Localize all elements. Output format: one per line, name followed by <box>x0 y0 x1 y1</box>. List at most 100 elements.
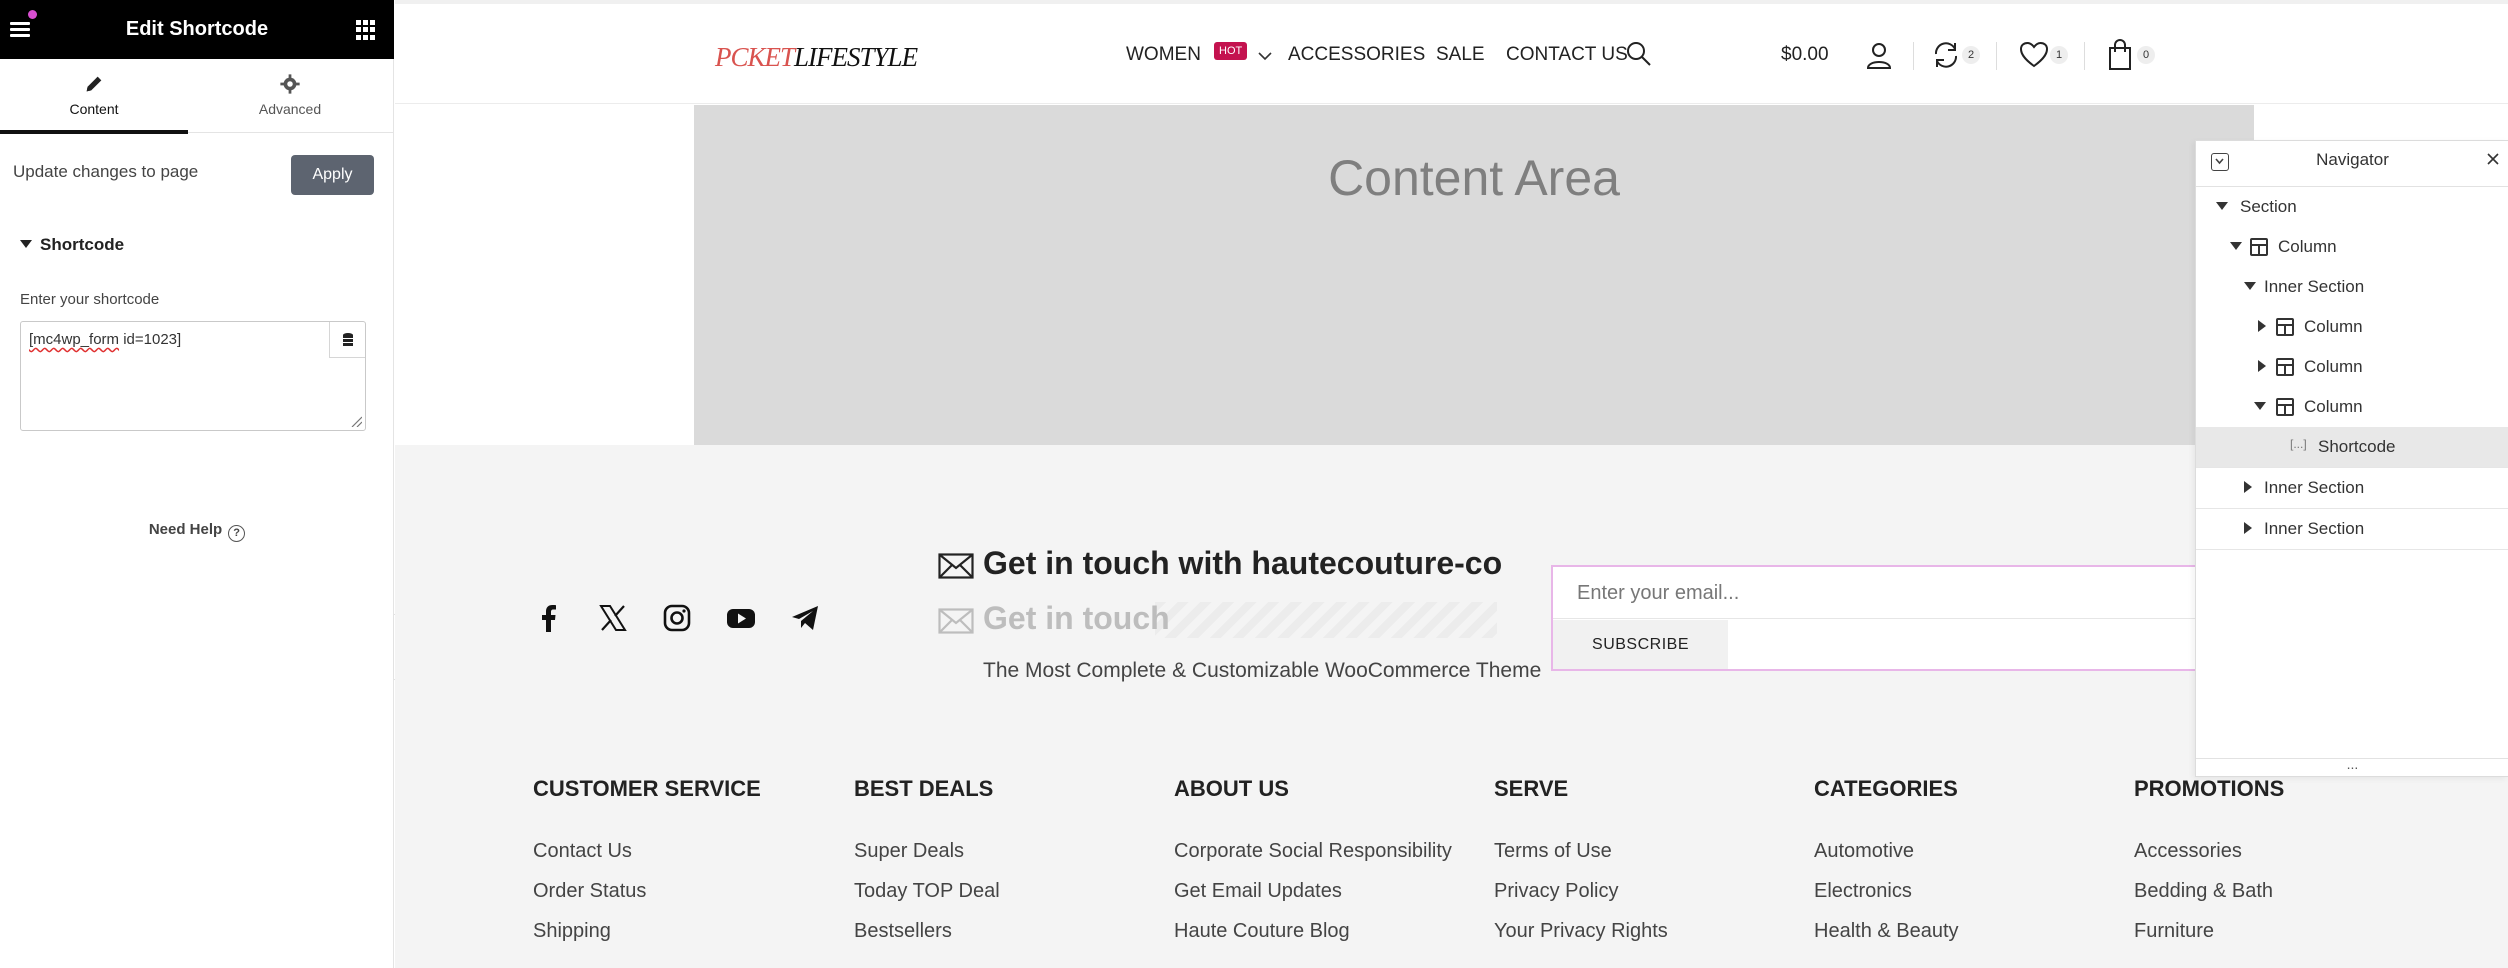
nav-item-sale[interactable]: SALE <box>1436 44 1485 66</box>
footer-link[interactable]: Get Email Updates <box>1174 880 1342 903</box>
app-root: Edit Shortcode Content Advanced Update c… <box>0 0 2508 968</box>
widgets-grid-icon[interactable] <box>356 20 376 40</box>
apply-button[interactable]: Apply <box>291 155 374 195</box>
footer-column-heading: BEST DEALS <box>854 776 994 801</box>
email-input[interactable]: Enter your email... <box>1553 567 2253 619</box>
shortcode-textarea[interactable]: [mc4wp_form id=1023] <box>20 321 366 431</box>
user-icon[interactable] <box>1864 40 1894 70</box>
navigator-item-column[interactable]: Column <box>2196 227 2508 267</box>
nav-item-contact-us[interactable]: CONTACT US <box>1506 44 1628 66</box>
cart-total[interactable]: $0.00 <box>1781 44 1829 66</box>
telegram-icon[interactable] <box>789 602 821 634</box>
heart-icon[interactable] <box>2019 41 2049 69</box>
compare-count-badge: 2 <box>1962 46 1980 64</box>
caret-right-icon[interactable] <box>2258 320 2266 332</box>
wishlist-count-badge: 1 <box>2050 46 2068 64</box>
chevron-down-icon[interactable] <box>1257 50 1273 62</box>
column-icon <box>2276 398 2294 416</box>
footer-link[interactable]: Shipping <box>533 920 611 943</box>
shortcode-icon: [...] <box>2290 437 2307 451</box>
footer-link[interactable]: Bedding & Bath <box>2134 880 2273 903</box>
shortcode-value-part-a: [mc4wp_form <box>29 331 120 348</box>
shopping-bag-icon[interactable] <box>2107 39 2133 71</box>
x-icon[interactable] <box>597 602 629 634</box>
footer-link[interactable]: Corporate Social Responsibility <box>1174 840 1452 863</box>
mail-icon <box>938 553 974 579</box>
navigator-item-column[interactable]: Column <box>2196 387 2508 427</box>
resize-handle-icon[interactable] <box>350 415 362 427</box>
footer-column-heading: ABOUT US <box>1174 776 1289 801</box>
footer-link[interactable]: Privacy Policy <box>1494 880 1618 903</box>
footer-link[interactable]: Your Privacy Rights <box>1494 920 1668 943</box>
navigator-panel: Navigator Section Column Inner Section C… <box>2195 140 2508 777</box>
caret-down-icon[interactable] <box>2230 242 2242 250</box>
logo-part-b: LIFESTYLE <box>794 42 918 72</box>
navigator-item-column[interactable]: Column <box>2196 347 2508 387</box>
footer-link[interactable]: Terms of Use <box>1494 840 1612 863</box>
footer-link[interactable]: Automotive <box>1814 840 1914 863</box>
footer-column-heading: SERVE <box>1494 776 1569 801</box>
subscribe-form: Enter your email... SUBSCRIBE <box>1551 565 2253 671</box>
nav-item-women[interactable]: WOMEN <box>1126 44 1201 66</box>
footer-link[interactable]: Haute Couture Blog <box>1174 920 1350 943</box>
hot-badge: HOT <box>1214 42 1248 60</box>
footer-link[interactable]: Bestsellers <box>854 920 952 943</box>
navigator-item-section[interactable]: Section <box>2196 187 2508 227</box>
caret-down-icon[interactable] <box>2244 282 2256 290</box>
header-divider <box>1996 42 1997 70</box>
navigator-item-column[interactable]: Column <box>2196 307 2508 347</box>
navigator-item-label: Column <box>2304 357 2363 376</box>
shortcode-section-toggle[interactable]: Shortcode <box>20 235 124 255</box>
instagram-icon[interactable] <box>661 602 693 634</box>
cart-count-badge: 0 <box>2137 46 2155 64</box>
navigator-item-label: Column <box>2304 317 2363 336</box>
navigator-item-inner-section[interactable]: Inner Section <box>2196 267 2508 307</box>
need-help-link[interactable]: Need Help? <box>0 521 394 542</box>
footer-column-about-us: ABOUT US Corporate Social Responsibility… <box>1174 776 1452 942</box>
need-help-label: Need Help <box>148 521 223 538</box>
editor-tabs: Content Advanced <box>0 59 394 134</box>
column-icon <box>2276 318 2294 336</box>
footer-link[interactable]: Super Deals <box>854 840 964 863</box>
get-in-touch-title: Get in touch with hautecouture-co <box>983 545 1503 581</box>
youtube-icon[interactable] <box>725 602 757 634</box>
subscribe-button[interactable]: SUBSCRIBE <box>1553 620 1728 669</box>
tab-content[interactable]: Content <box>0 59 188 134</box>
navigator-item-label: Section <box>2240 197 2297 216</box>
logo-part-a: PCKET <box>715 42 795 72</box>
caret-right-icon[interactable] <box>2244 481 2252 493</box>
navigator-item-label: Inner Section <box>2264 277 2365 296</box>
tab-advanced[interactable]: Advanced <box>196 59 384 133</box>
footer-column-serve: SERVE Terms of Use Privacy Policy Your P… <box>1494 776 1668 942</box>
navigator-item-label: Column <box>2304 397 2363 416</box>
footer-link[interactable]: Accessories <box>2134 840 2242 863</box>
editor-title: Edit Shortcode <box>125 18 269 40</box>
close-icon[interactable] <box>2485 151 2501 167</box>
site-logo[interactable]: PCKETLIFESTYLE <box>715 42 918 73</box>
caret-right-icon[interactable] <box>2258 360 2266 372</box>
compare-icon[interactable] <box>1931 40 1961 70</box>
search-icon[interactable] <box>1625 40 1653 68</box>
footer-link[interactable]: Order Status <box>533 880 646 903</box>
footer-link[interactable]: Contact Us <box>533 840 632 863</box>
footer-link[interactable]: Health & Beauty <box>1814 920 1959 943</box>
caret-right-icon[interactable] <box>2244 522 2252 534</box>
dynamic-tags-button[interactable] <box>329 322 365 358</box>
footer-link[interactable]: Furniture <box>2134 920 2214 943</box>
navigator-item-inner-section[interactable]: Inner Section <box>2196 508 2508 548</box>
shortcode-field-label: Enter your shortcode <box>20 291 160 308</box>
navigator-item-label: Inner Section <box>2264 478 2365 497</box>
navigator-item-shortcode[interactable]: [...] Shortcode <box>2196 427 2508 467</box>
nav-item-accessories[interactable]: ACCESSORIES <box>1288 44 1425 66</box>
footer-link[interactable]: Today TOP Deal <box>854 880 1000 903</box>
navigator-resize-handle[interactable]: ... <box>2196 757 2508 776</box>
content-area-placeholder[interactable]: Content Area <box>694 105 2254 445</box>
navigator-item-inner-section[interactable]: Inner Section <box>2196 467 2508 507</box>
caret-down-icon[interactable] <box>2254 402 2266 410</box>
footer-link[interactable]: Electronics <box>1814 880 1912 903</box>
navigator-header[interactable]: Navigator <box>2196 141 2508 187</box>
shortcode-section-title: Shortcode <box>40 235 125 254</box>
facebook-icon[interactable] <box>533 602 565 634</box>
update-changes-text: Update changes to page <box>13 162 199 181</box>
caret-down-icon[interactable] <box>2216 202 2228 210</box>
